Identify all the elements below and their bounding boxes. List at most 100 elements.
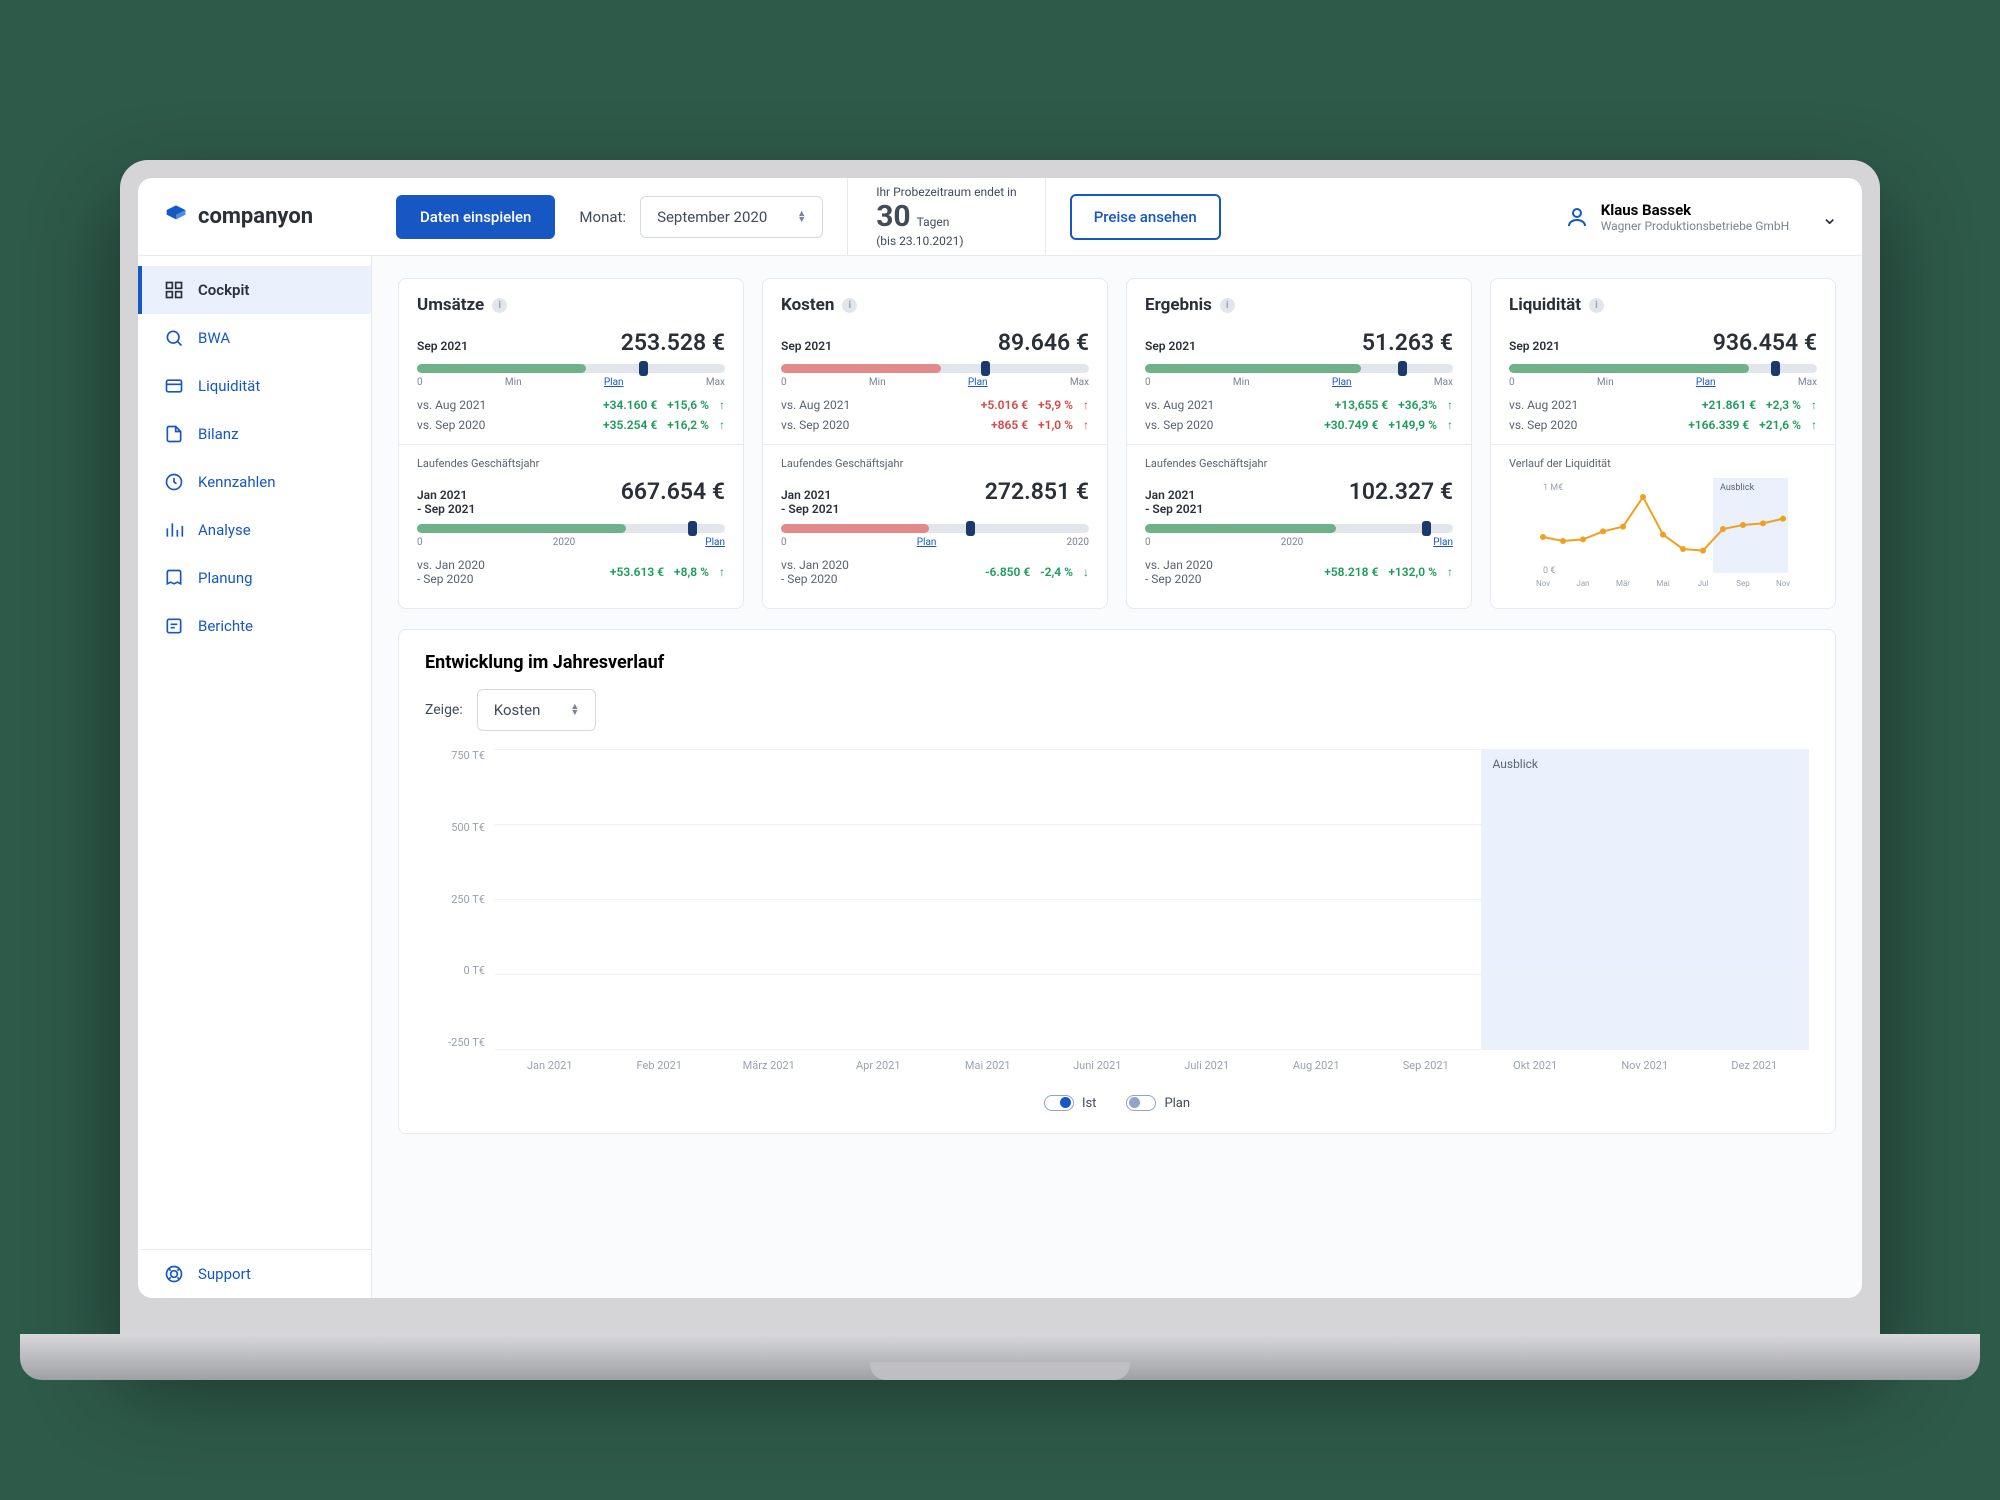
main-content: Umsätze iSep 2021253.528 €0MinPlanMaxvs.… xyxy=(372,256,1862,1298)
bar-group xyxy=(1700,749,1810,1078)
bar-group xyxy=(1262,749,1372,1078)
month-selector: Monat: September 2020 ▲▼ xyxy=(579,196,823,238)
sidebar-item-cockpit[interactable]: Cockpit xyxy=(138,266,371,314)
user-company: Wagner Produktionsbetriebe GmbH xyxy=(1601,219,1790,233)
user-icon xyxy=(1565,205,1589,229)
progress-bar xyxy=(1145,524,1453,533)
logo-icon xyxy=(162,203,190,231)
progress-bar xyxy=(1145,364,1453,373)
sparkline: 1 M€0 €AusblickNovJanMärMaiJulSepNov xyxy=(1509,478,1817,588)
trial-line: Ihr Probezeitraum endet in xyxy=(876,185,1017,199)
info-icon[interactable]: i xyxy=(1589,298,1604,313)
sidebar-item-berichte[interactable]: Berichte xyxy=(138,602,371,650)
bar-group xyxy=(1152,749,1262,1078)
card-title: Umsätze i xyxy=(417,295,725,315)
logo: companyon xyxy=(162,203,372,231)
updown-icon: ▲▼ xyxy=(570,704,579,716)
month-dropdown[interactable]: September 2020 ▲▼ xyxy=(640,196,823,238)
card-period: Sep 2021 xyxy=(417,339,468,353)
card-period: Sep 2021 xyxy=(781,339,832,353)
svg-text:0 €: 0 € xyxy=(1543,566,1555,576)
sidebar-item-bilanz[interactable]: Bilanz xyxy=(138,410,371,458)
plan-link[interactable]: Plan xyxy=(1696,377,1716,388)
month-value: September 2020 xyxy=(657,208,767,226)
sidebar-item-analyse[interactable]: Analyse xyxy=(138,506,371,554)
chart-metric-dropdown[interactable]: Kosten ▲▼ xyxy=(477,689,597,731)
updown-icon: ▲▼ xyxy=(797,211,806,223)
nav-icon xyxy=(164,424,184,444)
bar-group xyxy=(1481,749,1591,1078)
brand-name: companyon xyxy=(198,204,313,229)
trial-until: (bis 23.10.2021) xyxy=(876,234,1017,248)
trial-days: 30 xyxy=(876,199,910,234)
nav-icon xyxy=(164,376,184,396)
nav-icon xyxy=(164,472,184,492)
plan-link[interactable]: Plan xyxy=(1332,377,1352,388)
info-icon[interactable]: i xyxy=(842,298,857,313)
card-value: 253.528 € xyxy=(621,329,725,356)
svg-text:Mär: Mär xyxy=(1616,579,1630,588)
plan-link[interactable]: Plan xyxy=(968,377,988,388)
sidebar-item-liquidität[interactable]: Liquidität xyxy=(138,362,371,410)
card-title: Liquidität i xyxy=(1509,295,1817,315)
plan-link[interactable]: Plan xyxy=(1433,537,1453,548)
card-title: Ergebnis i xyxy=(1145,295,1453,315)
info-icon[interactable]: i xyxy=(492,298,507,313)
sidebar-item-planung[interactable]: Planung xyxy=(138,554,371,602)
svg-text:Sep: Sep xyxy=(1736,579,1750,588)
svg-text:Mai: Mai xyxy=(1656,579,1669,588)
trial-info: Ihr Probezeitraum endet in 30 Tagen (bis… xyxy=(847,178,1046,255)
progress-bar xyxy=(1509,364,1817,373)
bar-group xyxy=(1371,749,1481,1078)
yearly-chart-card: Entwicklung im Jahresverlauf Zeige: Kost… xyxy=(398,629,1836,1134)
user-name: Klaus Bassek xyxy=(1601,201,1790,219)
progress-bar xyxy=(417,524,725,533)
card-value: 89.646 € xyxy=(998,329,1089,356)
sidebar-item-kennzahlen[interactable]: Kennzahlen xyxy=(138,458,371,506)
plan-link[interactable]: Plan xyxy=(705,537,725,548)
month-label: Monat: xyxy=(579,208,626,226)
info-icon[interactable]: i xyxy=(1220,298,1235,313)
sidebar-item-support[interactable]: Support xyxy=(138,1249,371,1298)
pricing-button[interactable]: Preise ansehen xyxy=(1070,194,1221,240)
progress-bar xyxy=(781,524,1089,533)
legend-ist[interactable]: Ist xyxy=(1044,1095,1097,1111)
chevron-down-icon: ⌄ xyxy=(1821,205,1838,229)
sidebar-support-label: Support xyxy=(198,1265,251,1283)
kpi-card: Liquidität iSep 2021936.454 €0MinPlanMax… xyxy=(1490,278,1836,609)
import-data-button[interactable]: Daten einspielen xyxy=(396,195,555,239)
progress-bar xyxy=(781,364,1089,373)
sidebar: CockpitBWALiquiditätBilanzKennzahlenAnal… xyxy=(138,256,372,1298)
user-menu[interactable]: Klaus Bassek Wagner Produktionsbetriebe … xyxy=(1565,201,1838,233)
card-value: 936.454 € xyxy=(1713,329,1817,356)
card-title: Kosten i xyxy=(781,295,1089,315)
svg-text:1 M€: 1 M€ xyxy=(1543,483,1563,493)
kpi-card: Umsätze iSep 2021253.528 €0MinPlanMaxvs.… xyxy=(398,278,744,609)
card-period: Sep 2021 xyxy=(1509,339,1560,353)
legend-plan[interactable]: Plan xyxy=(1126,1095,1190,1111)
card-period: Sep 2021 xyxy=(1145,339,1196,353)
svg-text:Jan: Jan xyxy=(1576,579,1589,588)
bar-group xyxy=(495,749,605,1078)
plan-link[interactable]: Plan xyxy=(917,537,937,548)
nav-icon xyxy=(164,568,184,588)
nav-icon xyxy=(164,280,184,300)
chart-title: Entwicklung im Jahresverlauf xyxy=(425,652,1809,673)
nav-icon xyxy=(164,520,184,540)
lifebuoy-icon xyxy=(164,1264,184,1284)
progress-bar xyxy=(417,364,725,373)
bar-group xyxy=(933,749,1043,1078)
bar-group xyxy=(824,749,934,1078)
nav-icon xyxy=(164,328,184,348)
sidebar-item-bwa[interactable]: BWA xyxy=(138,314,371,362)
chart-show-label: Zeige: xyxy=(425,702,463,718)
svg-text:Jul: Jul xyxy=(1698,579,1709,588)
trial-days-unit: Tagen xyxy=(917,215,950,229)
nav-icon xyxy=(164,616,184,636)
plan-link[interactable]: Plan xyxy=(604,377,624,388)
kpi-card: Kosten iSep 202189.646 €0MinPlanMaxvs. A… xyxy=(762,278,1108,609)
bar-group xyxy=(714,749,824,1078)
svg-text:Nov: Nov xyxy=(1776,579,1790,588)
chart-metric-value: Kosten xyxy=(494,701,541,719)
kpi-card: Ergebnis iSep 202151.263 €0MinPlanMaxvs.… xyxy=(1126,278,1472,609)
